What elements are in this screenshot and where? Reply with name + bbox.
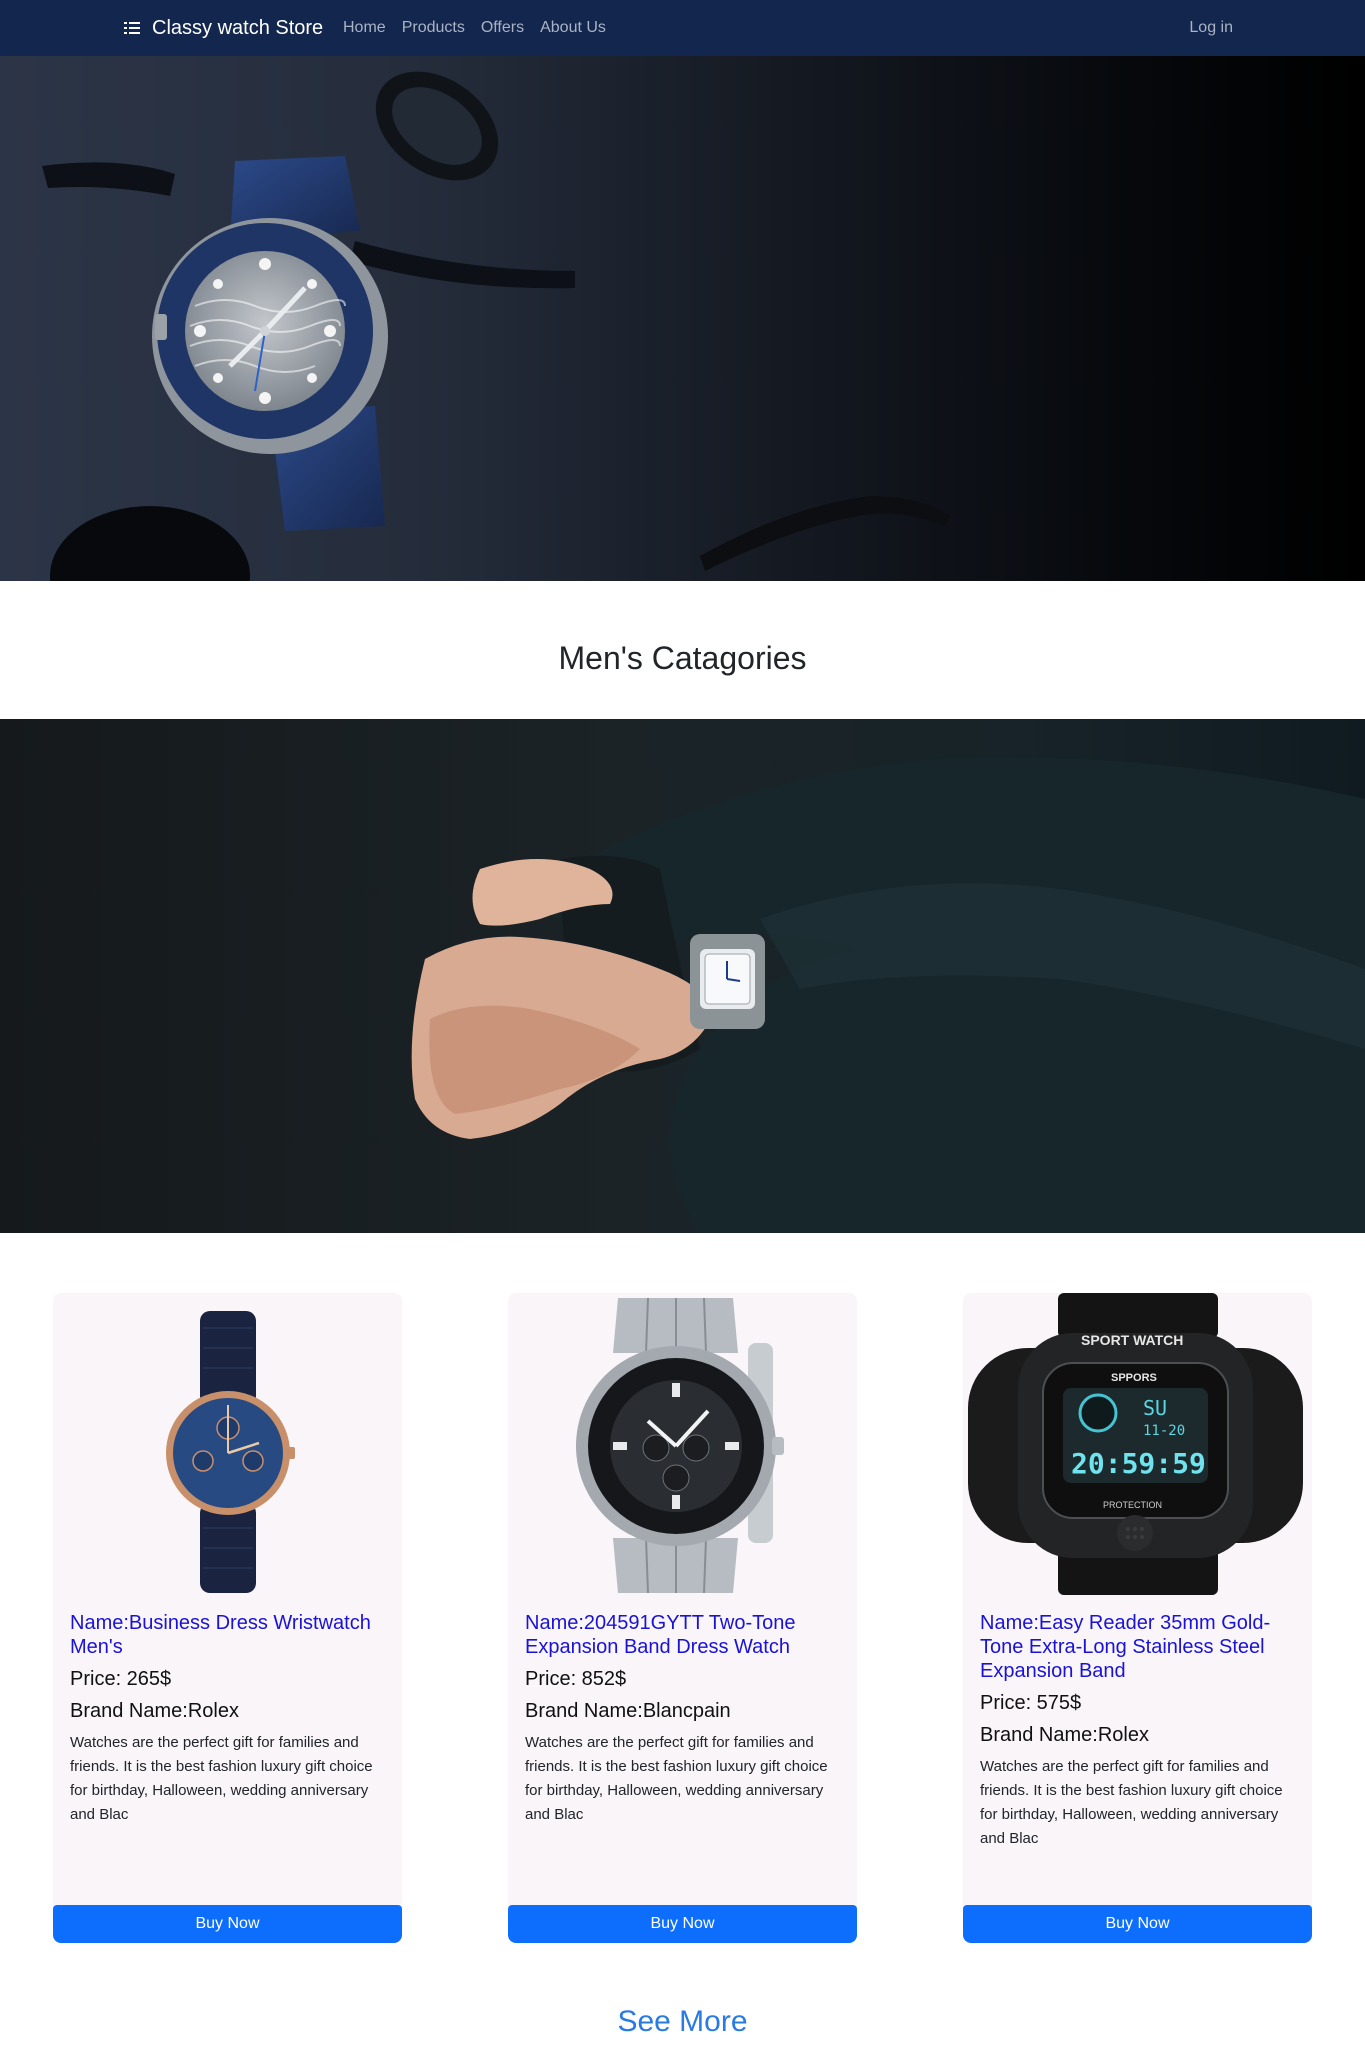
nav-link-home[interactable]: Home [343,19,386,37]
section-title: Men's Catagories [558,640,807,676]
buy-now-button[interactable]: Buy Now [963,1905,1312,1943]
product-brand: Brand Name:Rolex [980,1724,1149,1746]
product-card: Name:Business Dress Wristwatch Men's Pri… [53,1293,402,1943]
product-cards: Name:Business Dress Wristwatch Men's Pri… [0,1293,1365,1943]
product-body: Name:Business Dress Wristwatch Men's Pri… [70,1611,388,1827]
hero-watch-image [42,71,950,581]
product-image[interactable]: SU 11-20 20:59:59 SPORT WATCH SPPORS PRO… [963,1293,1312,1595]
brand[interactable]: Classy watch Store [124,0,323,56]
nav-link-about-us[interactable]: About Us [540,19,606,37]
product-card: SU 11-20 20:59:59 SPORT WATCH SPPORS PRO… [963,1293,1312,1943]
watch-small-text: 11-20 [1143,1423,1185,1439]
product-body: Name:204591GYTT Two-Tone Expansion Band … [525,1611,843,1827]
product-card: Name:204591GYTT Two-Tone Expansion Band … [508,1293,857,1943]
product-price: Price: 265$ [70,1668,172,1690]
login-link[interactable]: Log in [1189,0,1233,56]
product-body: Name:Easy Reader 35mm Gold-Tone Extra-Lo… [980,1611,1298,1851]
product-description: Watches are the perfect gift for familie… [70,1734,373,1823]
product-brand: Brand Name:Rolex [70,1700,239,1722]
nav-link-products[interactable]: Products [402,19,465,37]
top-navbar: Classy watch Store Home Products Offers … [0,0,1365,56]
watch-day-text: SU [1143,1396,1167,1420]
product-price: Price: 852$ [525,1668,627,1690]
brand-title[interactable]: Classy watch Store [152,17,323,40]
product-image[interactable] [508,1293,857,1595]
watch-brand-text: SPORT WATCH [1081,1332,1183,1348]
product-description: Watches are the perfect gift for familie… [980,1758,1283,1847]
product-image[interactable] [53,1293,402,1595]
product-name[interactable]: Name:204591GYTT Two-Tone Expansion Band … [525,1611,843,1659]
watch-bottom-text: PROTECTION [1103,1500,1162,1510]
buy-now-button[interactable]: Buy Now [53,1905,402,1943]
see-more-link[interactable]: See More [0,2005,1365,2039]
list-icon [124,21,140,35]
buy-now-button[interactable]: Buy Now [508,1905,857,1943]
product-brand: Brand Name:Blancpain [525,1700,731,1722]
mens-category-banner[interactable] [0,719,1365,1233]
product-name[interactable]: Name:Easy Reader 35mm Gold-Tone Extra-Lo… [980,1611,1298,1683]
hero-banner [0,56,1365,581]
watch-sub-text: SPPORS [1111,1372,1157,1384]
product-price: Price: 575$ [980,1692,1082,1714]
nav-link-offers[interactable]: Offers [481,19,524,37]
product-description: Watches are the perfect gift for familie… [525,1734,828,1823]
man-wristwatch-image [411,757,1365,1233]
nav-links: Home Products Offers About Us [343,0,606,56]
watch-time-text: 20:59:59 [1071,1447,1206,1480]
product-name[interactable]: Name:Business Dress Wristwatch Men's [70,1611,388,1659]
